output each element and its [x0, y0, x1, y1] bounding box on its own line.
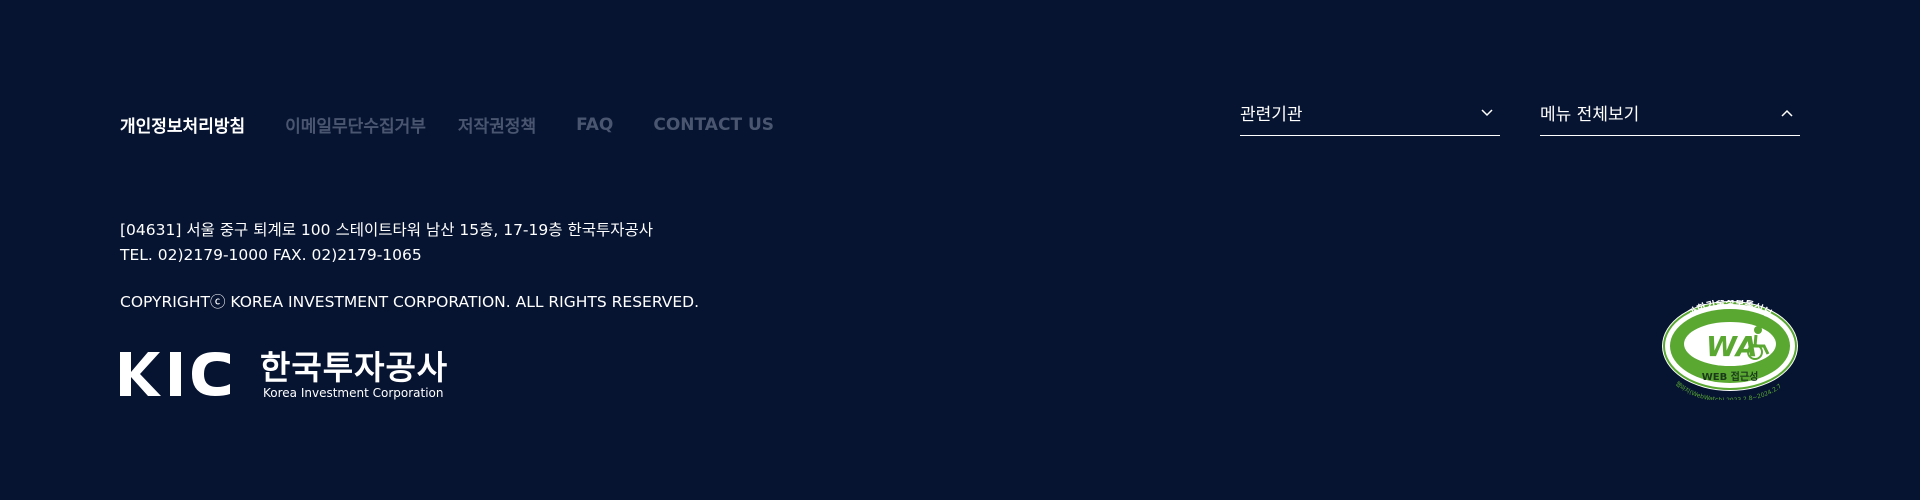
related-institutions-dropdown[interactable]: 관련기관 — [1240, 100, 1500, 136]
chevron-up-icon — [1781, 109, 1793, 117]
full-menu-dropdown[interactable]: 메뉴 전체보기 — [1540, 100, 1800, 136]
logo-title-kr: 한국투자공사 — [260, 348, 449, 387]
wa-certification-icon: 과학기술정보통신부 WA WEB 접근성 웹와치(WebWatch) 2023.… — [1662, 296, 1798, 404]
privacy-policy-link[interactable]: 개인정보처리방침 — [120, 112, 245, 137]
site-footer: 개인정보처리방침 이메일무단수집거부 저작권정책 FAQ CONTACT US … — [0, 0, 1920, 500]
chevron-down-icon — [1481, 108, 1493, 116]
svg-text:WEB 접근성: WEB 접근성 — [1702, 370, 1759, 383]
web-accessibility-badge: 과학기술정보통신부 WA WEB 접근성 웹와치(WebWatch) 2023.… — [1658, 296, 1802, 404]
company-address: [04631] 서울 중구 퇴계로 100 스테이트타워 남산 15층, 17-… — [120, 218, 653, 268]
kic-mark — [120, 350, 232, 398]
logo-subtitle-en: Korea Investment Corporation — [263, 386, 444, 400]
kic-letters-icon — [120, 352, 230, 396]
copyright-policy-link[interactable]: 저작권정책 — [458, 112, 536, 137]
full-menu-label: 메뉴 전체보기 — [1540, 105, 1640, 125]
contact-us-link[interactable]: CONTACT US — [653, 115, 774, 135]
email-refusal-link[interactable]: 이메일무단수집거부 — [285, 112, 426, 137]
kic-logo: 한국투자공사 Korea Investment Corporation — [120, 350, 448, 400]
contact-numbers: TEL. 02)2179-1000 FAX. 02)2179-1065 — [120, 246, 422, 264]
footer-nav: 개인정보처리방침 이메일무단수집거부 저작권정책 FAQ CONTACT US — [120, 112, 806, 138]
copyright-text: COPYRIGHTⓒ KOREA INVESTMENT CORPORATION.… — [120, 293, 700, 311]
address-line: [04631] 서울 중구 퇴계로 100 스테이트타워 남산 15층, 17-… — [120, 221, 654, 239]
faq-link[interactable]: FAQ — [576, 115, 613, 135]
kic-wordmark: 한국투자공사 Korea Investment Corporation — [260, 348, 449, 401]
related-institutions-label: 관련기관 — [1240, 105, 1303, 125]
